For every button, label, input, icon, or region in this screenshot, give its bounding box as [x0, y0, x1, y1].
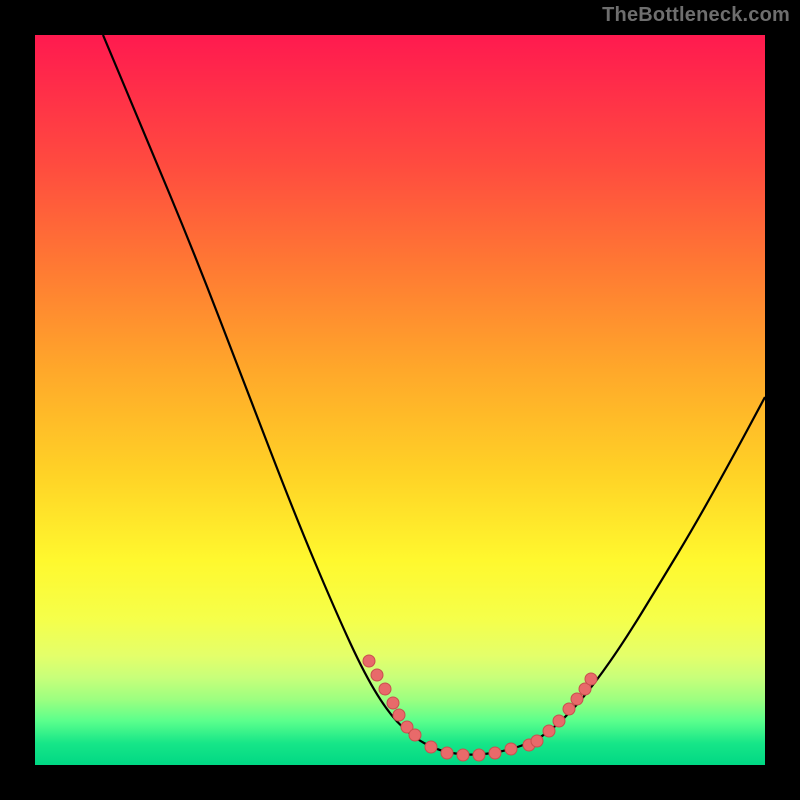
chart-frame: TheBottleneck.com [0, 0, 800, 800]
data-point-marker [585, 673, 597, 685]
data-point-marker [387, 697, 399, 709]
data-point-marker [393, 709, 405, 721]
data-point-marker [363, 655, 375, 667]
data-point-marker [505, 743, 517, 755]
data-point-marker [409, 729, 421, 741]
data-point-marker [441, 747, 453, 759]
plot-area [35, 35, 765, 765]
data-point-marker [425, 741, 437, 753]
dot-group [363, 655, 597, 761]
watermark-text: TheBottleneck.com [602, 4, 790, 27]
data-point-marker [531, 735, 543, 747]
data-point-marker [553, 715, 565, 727]
data-point-marker [457, 749, 469, 761]
data-point-marker [489, 747, 501, 759]
data-point-marker [543, 725, 555, 737]
data-point-marker [563, 703, 575, 715]
chart-overlay [35, 35, 765, 765]
data-point-marker [379, 683, 391, 695]
data-point-marker [571, 693, 583, 705]
data-point-marker [371, 669, 383, 681]
bottleneck-curve [103, 35, 765, 755]
data-point-marker [473, 749, 485, 761]
